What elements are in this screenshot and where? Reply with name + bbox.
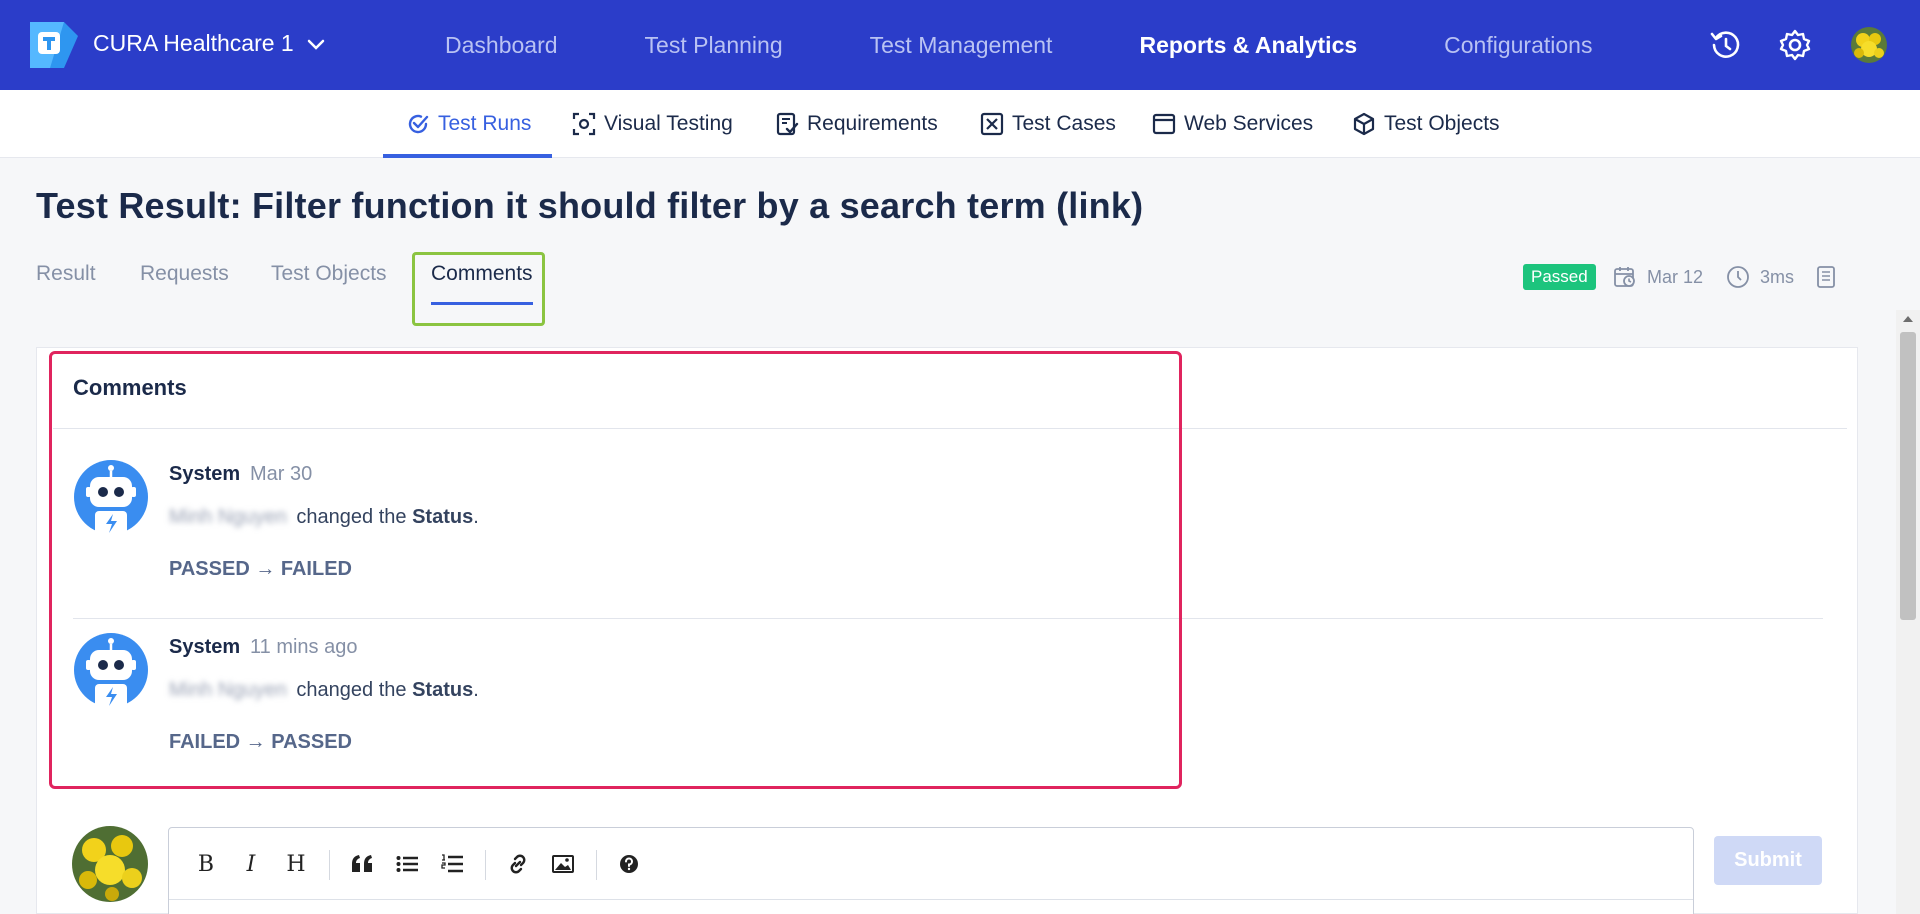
top-navigation-bar: CURA Healthcare 1 Dashboard Test Plannin… (0, 0, 1920, 90)
tab-test-objects[interactable]: Test Objects (271, 262, 387, 286)
camera-focus-icon (572, 112, 596, 136)
current-user-avatar (72, 826, 148, 902)
toolbar-separator (596, 850, 597, 880)
nav-test-management[interactable]: Test Management (870, 32, 1053, 59)
nav-test-planning[interactable]: Test Planning (645, 32, 783, 59)
numbered-list-icon (441, 854, 463, 873)
subnav-label: Test Objects (1384, 112, 1500, 135)
check-circle-icon (408, 114, 429, 134)
history-icon[interactable] (1709, 28, 1743, 62)
link-icon (510, 854, 526, 874)
quote-icon (352, 855, 372, 872)
comments-highlight-box (49, 351, 1182, 789)
quote-button[interactable] (347, 849, 377, 879)
main-nav: Dashboard Test Planning Test Management … (445, 0, 1679, 90)
gear-icon[interactable] (1778, 28, 1812, 62)
editor-toolbar: B I H (169, 828, 1693, 900)
subnav-visual-testing[interactable]: Visual Testing (572, 90, 733, 158)
heading-button[interactable]: H (281, 849, 311, 879)
italic-button[interactable]: I (236, 849, 266, 879)
image-icon (552, 855, 574, 873)
image-button[interactable] (548, 849, 578, 879)
run-date: Mar 12 (1613, 265, 1703, 289)
bullet-list-button[interactable] (392, 849, 422, 879)
run-date-value: Mar 12 (1647, 266, 1704, 287)
bullet-list-icon (396, 856, 418, 872)
tab-highlight-box (412, 252, 545, 326)
page-scrollbar[interactable] (1896, 310, 1920, 914)
run-duration-value: 3ms (1760, 266, 1795, 287)
link-button[interactable] (503, 849, 533, 879)
bold-button[interactable]: B (191, 849, 221, 879)
submit-button[interactable]: Submit (1714, 836, 1822, 885)
subnav-label: Visual Testing (604, 112, 733, 135)
subnav-requirements[interactable]: Requirements (775, 90, 938, 158)
subnav-test-runs[interactable]: Test Runs (382, 90, 553, 158)
subnav-test-objects[interactable]: Test Objects (1352, 90, 1500, 158)
tab-result[interactable]: Result (36, 262, 96, 286)
document-list-icon (1817, 266, 1835, 288)
subnav-label: Requirements (807, 112, 938, 135)
nav-reports-analytics[interactable]: Reports & Analytics (1139, 32, 1357, 59)
comment-editor[interactable]: B I H (168, 827, 1694, 914)
cube-icon (1353, 112, 1375, 136)
page-title: Test Result: Filter function it should f… (36, 185, 1144, 226)
toolbar-separator (485, 850, 486, 880)
subnav-label: Web Services (1184, 112, 1314, 135)
run-duration: 3ms (1726, 265, 1794, 289)
toolbar-separator (329, 850, 330, 880)
user-avatar[interactable] (1851, 27, 1887, 63)
chevron-down-icon (307, 39, 324, 50)
subnav-web-services[interactable]: Web Services (1152, 90, 1313, 158)
nav-dashboard[interactable]: Dashboard (445, 32, 558, 59)
help-button[interactable] (614, 849, 644, 879)
log-button[interactable] (1814, 265, 1838, 289)
nav-configurations[interactable]: Configurations (1444, 32, 1592, 59)
tab-requests[interactable]: Requests (140, 262, 229, 286)
subnav-test-cases[interactable]: Test Cases (980, 90, 1116, 158)
subnav-label: Test Cases (1012, 112, 1116, 135)
calendar-clock-icon (1614, 267, 1635, 287)
testops-logo[interactable] (30, 22, 78, 68)
project-name: CURA Healthcare 1 (93, 30, 294, 56)
test-case-icon (980, 112, 1004, 136)
project-selector[interactable]: CURA Healthcare 1 (93, 30, 326, 57)
clock-icon (1727, 266, 1749, 288)
scrollbar-thumb[interactable] (1900, 332, 1916, 620)
scroll-up-arrow-icon[interactable] (1903, 316, 1913, 322)
subnav-label: Test Runs (438, 112, 532, 135)
status-badge: Passed (1523, 264, 1596, 290)
sub-navigation: Test Runs Visual Testing Requirements Te… (0, 90, 1920, 158)
requirements-icon (776, 112, 799, 136)
numbered-list-button[interactable] (437, 849, 467, 879)
browser-window-icon (1152, 113, 1176, 135)
question-circle-icon (620, 855, 638, 873)
